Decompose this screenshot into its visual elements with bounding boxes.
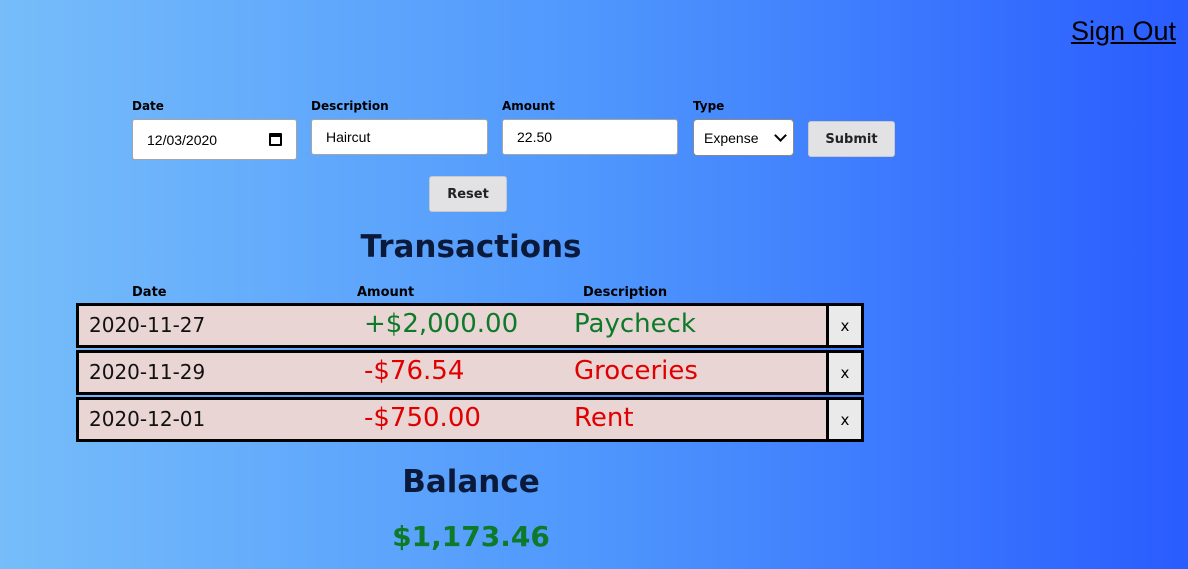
- transaction-details: 2020-11-29 -$76.54 Groceries: [79, 353, 829, 392]
- type-label: Type: [693, 99, 725, 113]
- transaction-date: 2020-11-29: [89, 360, 206, 384]
- transaction-description: Groceries: [574, 356, 698, 386]
- type-group: Type Expense: [693, 99, 794, 156]
- calendar-icon[interactable]: [269, 133, 282, 146]
- transaction-date: 2020-12-01: [89, 407, 206, 431]
- type-value: Expense: [704, 129, 759, 146]
- column-header-description: Description: [583, 285, 668, 300]
- transaction-amount: +$2,000.00: [364, 309, 519, 339]
- amount-value: 22.50: [517, 129, 553, 145]
- transaction-details: 2020-11-27 +$2,000.00 Paycheck: [79, 306, 829, 345]
- delete-transaction-button[interactable]: x: [829, 400, 861, 439]
- sign-out-link[interactable]: Sign Out: [1071, 16, 1176, 47]
- amount-input[interactable]: 22.50: [502, 119, 678, 155]
- transactions-title: Transactions: [360, 229, 582, 265]
- type-select[interactable]: Expense: [693, 119, 794, 156]
- transaction-row: 2020-11-29 -$76.54 Groceries x: [76, 350, 864, 395]
- date-group: Date 12/03/2020: [132, 99, 297, 160]
- transaction-row: 2020-11-27 +$2,000.00 Paycheck x: [76, 303, 864, 348]
- balance-title: Balance: [402, 464, 540, 500]
- transaction-date: 2020-11-27: [89, 313, 206, 337]
- transaction-description: Paycheck: [574, 309, 696, 339]
- submit-button[interactable]: Submit: [808, 121, 895, 157]
- amount-group: Amount 22.50: [502, 99, 678, 155]
- chevron-down-icon: [774, 129, 787, 142]
- amount-label: Amount: [502, 99, 555, 113]
- date-value: 12/03/2020: [147, 131, 218, 148]
- date-label: Date: [132, 99, 164, 113]
- transaction-description: Rent: [574, 403, 634, 433]
- delete-transaction-button[interactable]: x: [829, 353, 861, 392]
- transaction-amount: -$750.00: [364, 403, 481, 433]
- reset-button[interactable]: Reset: [429, 176, 507, 212]
- transaction-details: 2020-12-01 -$750.00 Rent: [79, 400, 829, 439]
- date-input[interactable]: 12/03/2020: [132, 119, 297, 160]
- balance-value: $1,173.46: [392, 520, 550, 553]
- description-input[interactable]: Haircut: [311, 119, 488, 155]
- description-value: Haircut: [326, 129, 371, 145]
- column-header-date: Date: [132, 285, 167, 300]
- column-header-amount: Amount: [357, 285, 415, 300]
- delete-transaction-button[interactable]: x: [829, 306, 861, 345]
- transaction-amount: -$76.54: [364, 356, 465, 386]
- transaction-row: 2020-12-01 -$750.00 Rent x: [76, 397, 864, 442]
- description-group: Description Haircut: [311, 99, 488, 155]
- description-label: Description: [311, 99, 389, 113]
